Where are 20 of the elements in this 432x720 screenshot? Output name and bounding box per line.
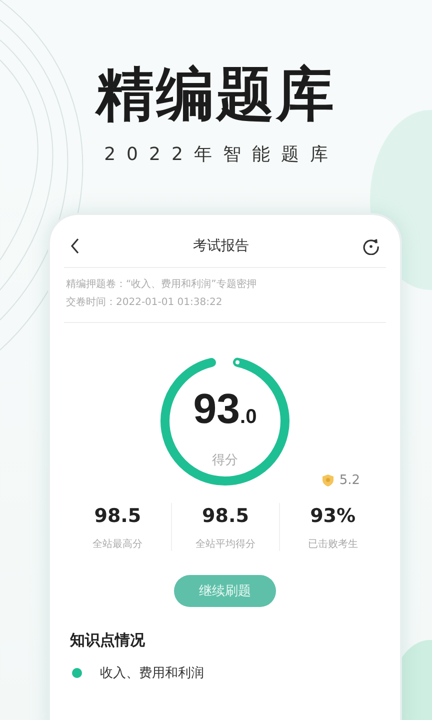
stat-value: 93% — [310, 504, 356, 529]
paper-title: 精编押题卷：“收入、费用和利润”专题密押 — [66, 278, 258, 292]
status-dot-icon — [72, 668, 82, 678]
stat-value: 98.5 — [94, 504, 142, 529]
score-value: 93.0 — [193, 385, 257, 434]
score-label: 得分 — [212, 452, 238, 469]
badge-value: 5.2 — [339, 473, 360, 488]
stat-label: 全站最高分 — [92, 538, 143, 551]
submit-time: 交卷时间：2022-01-01 01:38:22 — [66, 296, 224, 310]
knowledge-point[interactable]: 收入、费用和利润 — [100, 664, 204, 682]
shield-icon — [322, 474, 334, 487]
stat-label: 全站平均得分 — [195, 538, 256, 551]
refresh-icon[interactable] — [362, 237, 380, 255]
subline: 2022年智能题库 — [103, 144, 339, 166]
back-icon[interactable] — [70, 238, 80, 254]
section-title: 知识点情况 — [70, 631, 146, 650]
stat-label: 已击败考生 — [308, 538, 358, 551]
stat-value: 98.5 — [202, 504, 249, 529]
headline: 精编题库 — [96, 59, 336, 130]
screen-title: 考试报告 — [193, 237, 249, 255]
